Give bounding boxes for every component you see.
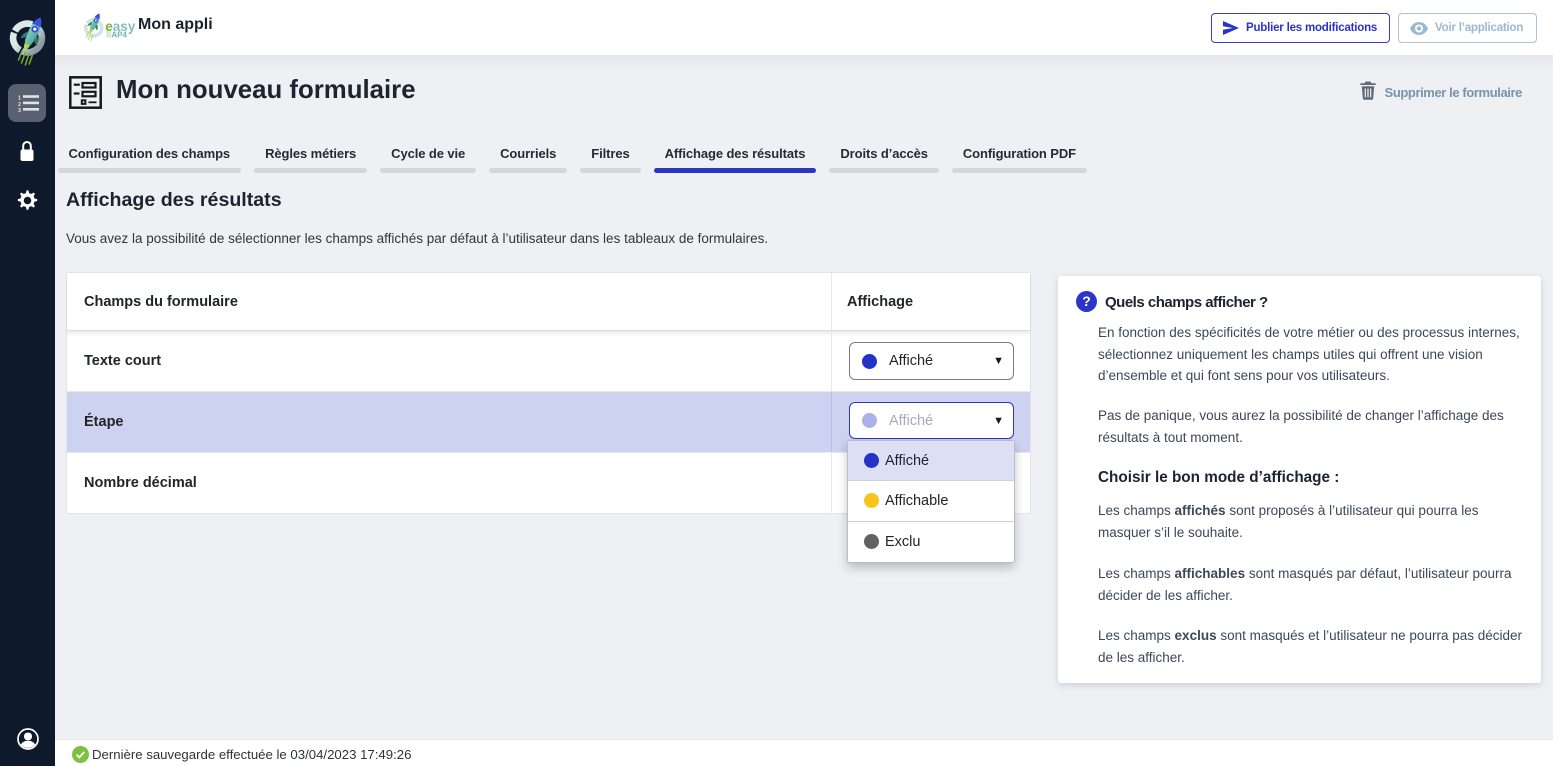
svg-text:3: 3 (18, 108, 21, 113)
svg-text:1: 1 (18, 95, 21, 101)
svg-text:2: 2 (18, 101, 21, 107)
svg-text:AP4: AP4 (111, 31, 127, 40)
